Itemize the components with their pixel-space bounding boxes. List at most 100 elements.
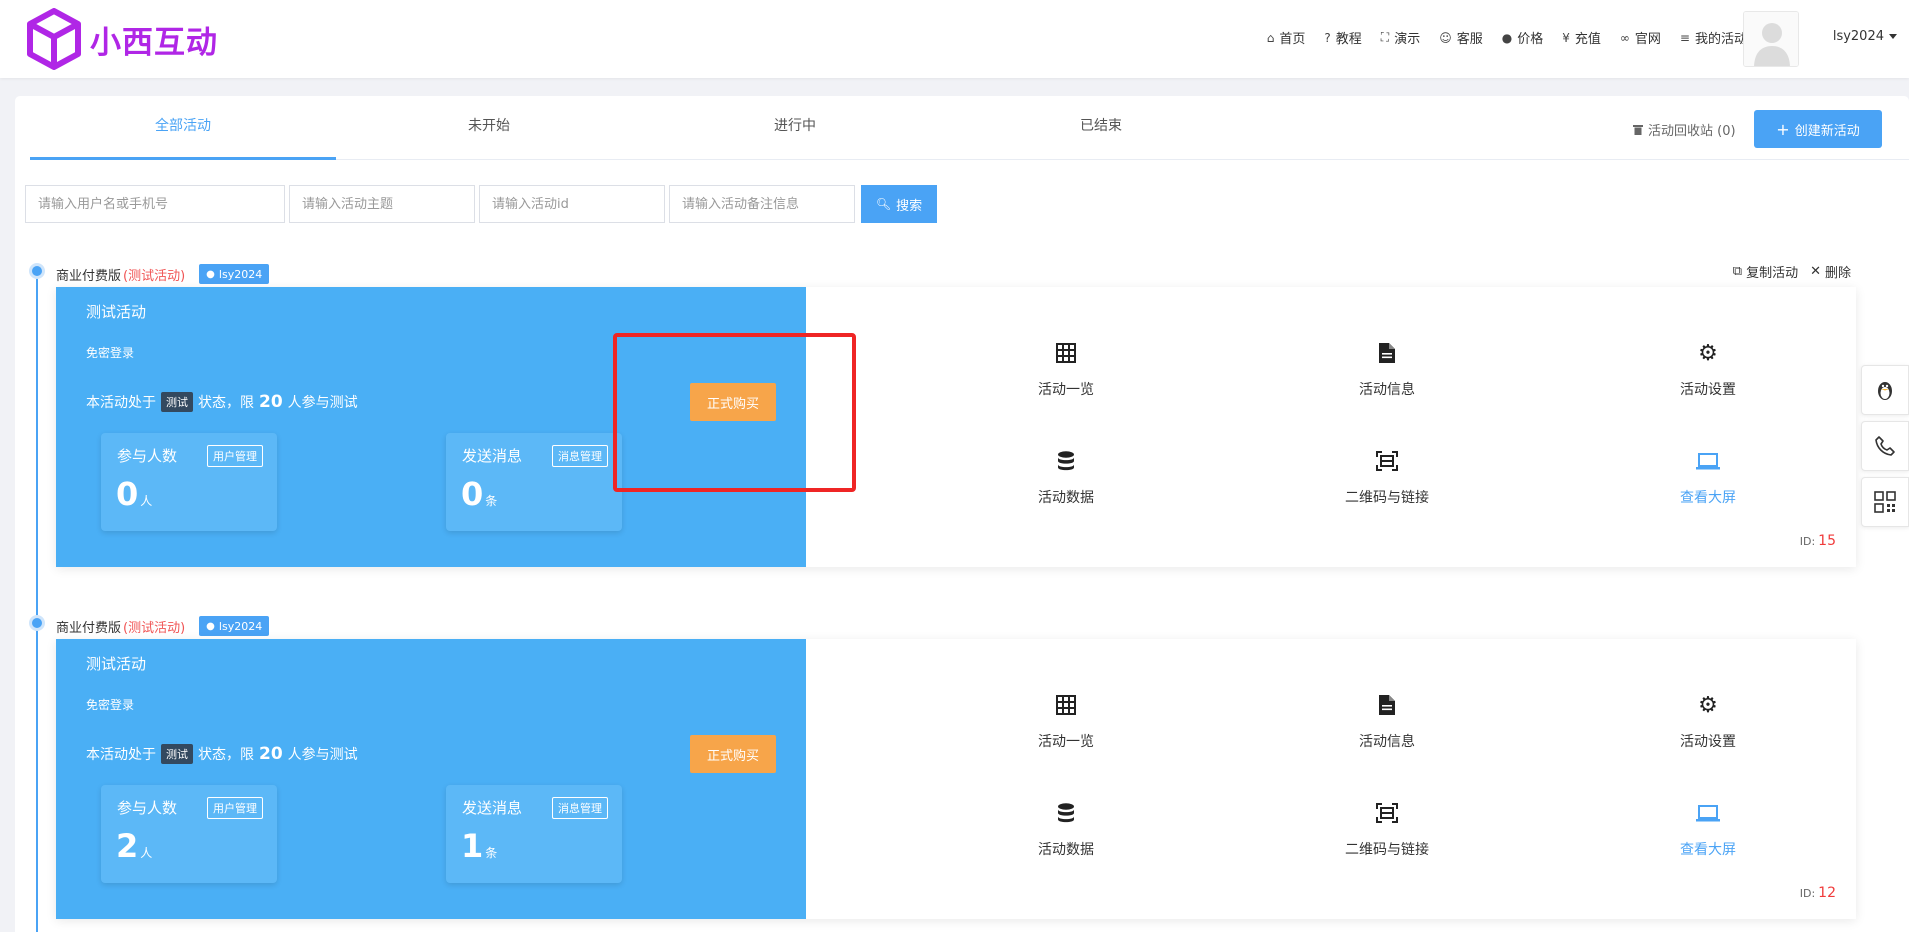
messages-stat: 发送消息 消息管理 0条 — [446, 433, 622, 531]
status-badge: 测试 — [161, 744, 193, 764]
purchase-button[interactable]: 正式购买 — [690, 383, 776, 421]
grid-icon — [1056, 695, 1076, 715]
edition-label: 商业付费版 — [56, 620, 122, 636]
action-settings[interactable]: ⚙ 活动设置 — [1628, 691, 1788, 751]
search-filters: 🔍︎ 搜索 — [25, 185, 937, 223]
username-phone-input[interactable] — [25, 185, 285, 223]
action-info[interactable]: 活动信息 — [1307, 339, 1467, 399]
message-management-button[interactable]: 消息管理 — [552, 797, 608, 819]
action-qrcode[interactable]: 二维码与链接 — [1307, 447, 1467, 507]
action-qrcode[interactable]: 二维码与链接 — [1307, 799, 1467, 859]
activity-meta: 商业付费版 (测试活动) ● lsy2024 — [56, 616, 270, 636]
tab-all[interactable]: 全部活动 — [30, 96, 336, 160]
user-icon: ● — [206, 268, 215, 280]
nav-home[interactable]: ⌂ 首页 — [1266, 28, 1306, 48]
user-icon: ● — [206, 620, 215, 632]
nav-price[interactable]: ● 价格 — [1502, 28, 1544, 48]
qrcode-button[interactable] — [1861, 477, 1909, 527]
action-data[interactable]: 活动数据 — [986, 447, 1146, 507]
edition-label: 商业付费版 — [56, 268, 122, 284]
tab-in-progress[interactable]: 进行中 — [642, 96, 948, 160]
activity-actions: 活动一览 活动信息 ⚙ 活动设置 活动数据 二维码与链接 — [806, 639, 1856, 919]
participant-limit: 20 — [259, 744, 283, 764]
trash-icon — [1633, 125, 1643, 135]
database-icon — [1058, 451, 1074, 471]
activity-id: ID: 12 — [1799, 885, 1836, 901]
purchase-button[interactable]: 正式购买 — [690, 735, 776, 773]
participants-count: 0 — [116, 475, 139, 513]
messages-count: 0 — [461, 475, 484, 513]
action-big-screen[interactable]: 查看大屏 — [1628, 799, 1788, 859]
database-icon — [1058, 803, 1074, 823]
tab-not-started[interactable]: 未开始 — [336, 96, 642, 160]
tab-ended[interactable]: 已结束 — [948, 96, 1254, 160]
message-management-button[interactable]: 消息管理 — [552, 445, 608, 467]
action-data[interactable]: 活动数据 — [986, 799, 1146, 859]
action-info[interactable]: 活动信息 — [1307, 691, 1467, 751]
nav-website[interactable]: ∞ 官网 — [1619, 28, 1661, 48]
qq-contact-button[interactable] — [1861, 365, 1909, 415]
participant-limit: 20 — [259, 392, 283, 412]
qr-scan-icon — [1376, 451, 1398, 471]
status-badge: 测试 — [161, 392, 193, 412]
participants-stat: 参与人数 用户管理 2人 — [101, 785, 277, 883]
nav-service[interactable]: ☺ 客服 — [1439, 28, 1483, 48]
activity-status: 本活动处于 测试 状态，限 20 人参与测试 — [86, 744, 358, 764]
activity-title: 测试活动 — [86, 655, 147, 673]
expand-icon: ⛶ — [1380, 30, 1390, 44]
home-icon: ⌂ — [1266, 30, 1275, 45]
side-toolbar — [1861, 365, 1909, 533]
messages-stat: 发送消息 消息管理 1条 — [446, 785, 622, 883]
gear-icon: ⚙ — [1698, 692, 1718, 718]
user-silhouette-icon — [1744, 12, 1798, 66]
activity-summary: 测试活动 免密登录 本活动处于 测试 状态，限 20 人参与测试 正式购买 参与… — [56, 639, 806, 919]
phone-contact-button[interactable] — [1861, 421, 1909, 471]
action-overview[interactable]: 活动一览 — [986, 339, 1146, 399]
action-big-screen[interactable]: 查看大屏 — [1628, 447, 1788, 507]
main-panel: 全部活动 未开始 进行中 已结束 活动回收站 (0) + 创建新活动 🔍︎ 搜索… — [15, 96, 1909, 932]
search-button[interactable]: 🔍︎ 搜索 — [861, 185, 937, 223]
nav-tutorial[interactable]: ? 教程 — [1324, 28, 1361, 48]
activity-id-input[interactable] — [479, 185, 665, 223]
list-icon: ≡ — [1679, 30, 1690, 45]
avatar[interactable] — [1743, 11, 1799, 67]
delete-activity-button[interactable]: ✕ 删除 — [1810, 262, 1851, 281]
action-settings[interactable]: ⚙ 活动设置 — [1628, 339, 1788, 399]
laptop-icon — [1696, 805, 1720, 822]
user-menu[interactable]: lsy2024 — [1833, 29, 1897, 44]
yen-icon: ¥ — [1562, 30, 1570, 45]
question-icon: ? — [1324, 30, 1331, 45]
test-tag: (测试活动) — [123, 268, 186, 284]
link-icon: ∞ — [1619, 30, 1630, 45]
top-header: 小西互动 ⌂ 首页 ? 教程 ⛶ 演示 ☺ 客服 ● 价格 ¥ 充值 ∞ 官网 ≡ 我的活动 l… — [0, 0, 1909, 78]
qrcode-icon — [1874, 491, 1896, 513]
test-tag: (测试活动) — [123, 620, 186, 636]
messages-count: 1 — [461, 827, 484, 865]
user-management-button[interactable]: 用户管理 — [207, 797, 263, 819]
create-activity-button[interactable]: + 创建新活动 — [1754, 110, 1882, 148]
activity-item: 商业付费版 (测试活动) ● lsy2024 ⧉ 复制活动 ✕ 删除 测试活动 免密登… — [15, 257, 1909, 587]
login-mode: 免密登录 — [86, 698, 135, 712]
user-management-button[interactable]: 用户管理 — [207, 445, 263, 467]
caret-down-icon — [1889, 34, 1897, 39]
activity-card: 测试活动 免密登录 本活动处于 测试 状态，限 20 人参与测试 正式购买 参与… — [56, 287, 1856, 567]
top-nav: ⌂ 首页 ? 教程 ⛶ 演示 ☺ 客服 ● 价格 ¥ 充值 ∞ 官网 ≡ 我的活动 — [1248, 28, 1747, 47]
plus-icon: + — [1776, 119, 1790, 139]
nav-my-activities[interactable]: ≡ 我的活动 — [1679, 28, 1747, 48]
document-icon — [1379, 343, 1395, 363]
note-input[interactable] — [669, 185, 855, 223]
activity-actions: 活动一览 活动信息 ⚙ 活动设置 活动数据 二维码与链接 — [806, 287, 1856, 567]
action-overview[interactable]: 活动一览 — [986, 691, 1146, 751]
recycle-bin-link[interactable]: 活动回收站 (0) — [1633, 120, 1736, 139]
nav-demo[interactable]: ⛶ 演示 — [1381, 28, 1420, 47]
nav-recharge[interactable]: ¥ 充值 — [1562, 28, 1601, 48]
cube-logo-icon — [27, 8, 81, 70]
activity-item: 商业付费版 (测试活动) ● lsy2024 测试活动 免密登录 本活动处于 测试… — [15, 609, 1909, 932]
search-icon: 🔍︎ — [875, 197, 892, 211]
copy-activity-button[interactable]: ⧉ 复制活动 — [1733, 262, 1798, 281]
activity-meta: 商业付费版 (测试活动) ● lsy2024 — [56, 264, 270, 284]
activity-card: 测试活动 免密登录 本活动处于 测试 状态，限 20 人参与测试 正式购买 参与… — [56, 639, 1856, 919]
topic-input[interactable] — [289, 185, 475, 223]
brand-logo[interactable]: 小西互动 — [26, 8, 218, 70]
username: lsy2024 — [1832, 29, 1884, 44]
